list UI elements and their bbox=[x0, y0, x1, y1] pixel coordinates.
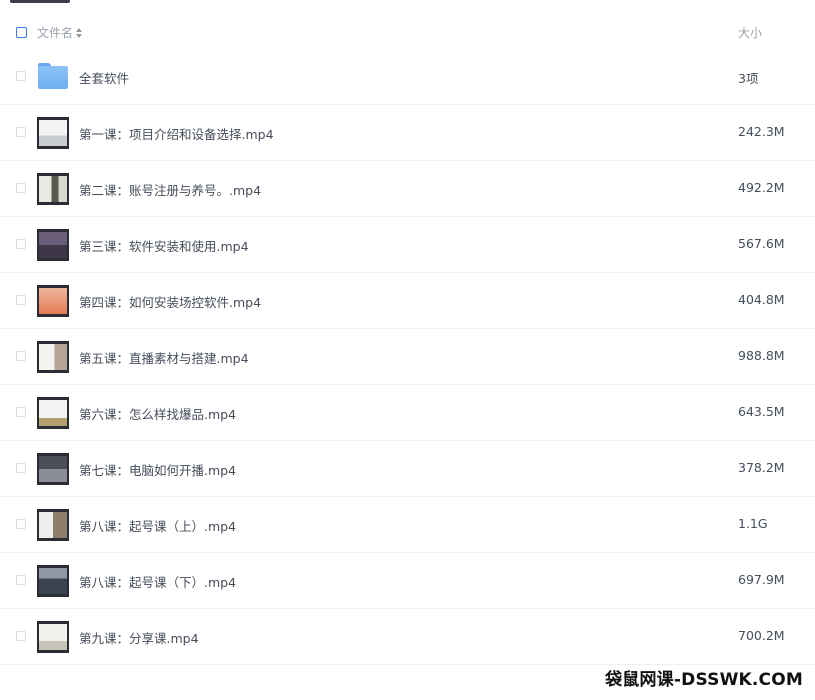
folder-icon bbox=[38, 63, 68, 89]
name-column-label: 文件名 bbox=[37, 26, 74, 40]
file-size: 988.8M bbox=[738, 348, 785, 363]
name-column-header[interactable]: 文件名 bbox=[37, 24, 83, 41]
file-size: 1.1G bbox=[738, 516, 768, 531]
video-thumbnail-icon bbox=[37, 397, 69, 429]
file-size: 242.3M bbox=[738, 124, 785, 139]
video-thumbnail-icon bbox=[37, 173, 69, 205]
video-thumbnail-icon bbox=[37, 509, 69, 541]
list-header: 文件名 大小 bbox=[0, 18, 815, 48]
row-checkbox[interactable] bbox=[16, 71, 26, 81]
folder-row[interactable]: 全套软件 3项 bbox=[0, 49, 815, 105]
file-row[interactable]: 第五课：直播素材与搭建.mp4 988.8M bbox=[0, 329, 815, 385]
video-thumbnail-icon bbox=[37, 285, 69, 317]
file-row[interactable]: 第三课：软件安装和使用.mp4 567.6M bbox=[0, 217, 815, 273]
row-checkbox[interactable] bbox=[16, 351, 26, 361]
top-title-fragment bbox=[10, 0, 70, 3]
row-checkbox[interactable] bbox=[16, 127, 26, 137]
file-size: 700.2M bbox=[738, 628, 785, 643]
video-thumbnail-icon bbox=[37, 229, 69, 261]
file-name[interactable]: 第八课：起号课（上）.mp4 bbox=[79, 516, 236, 535]
file-row[interactable]: 第六课：怎么样找爆品.mp4 643.5M bbox=[0, 385, 815, 441]
row-checkbox[interactable] bbox=[16, 519, 26, 529]
file-row[interactable]: 第八课：起号课（下）.mp4 697.9M bbox=[0, 553, 815, 609]
file-browser: 文件名 大小 全套软件 3项第一课：项目介绍和设备选择.mp4 242.3M 第二课：… bbox=[0, 0, 815, 700]
file-row[interactable]: 第四课：如何安装场控软件.mp4 404.8M bbox=[0, 273, 815, 329]
video-thumbnail-icon bbox=[37, 341, 69, 373]
row-checkbox[interactable] bbox=[16, 575, 26, 585]
file-row[interactable]: 第一课：项目介绍和设备选择.mp4 242.3M bbox=[0, 105, 815, 161]
size-column-header[interactable]: 大小 bbox=[738, 24, 762, 41]
file-name[interactable]: 第一课：项目介绍和设备选择.mp4 bbox=[79, 124, 274, 143]
row-checkbox[interactable] bbox=[16, 239, 26, 249]
file-list: 全套软件 3项第一课：项目介绍和设备选择.mp4 242.3M 第二课：账号注册与养号… bbox=[0, 49, 815, 665]
video-thumbnail-icon bbox=[37, 621, 69, 653]
file-name[interactable]: 第三课：软件安装和使用.mp4 bbox=[79, 236, 249, 255]
row-checkbox[interactable] bbox=[16, 463, 26, 473]
file-size: 567.6M bbox=[738, 236, 785, 251]
file-name[interactable]: 第八课：起号课（下）.mp4 bbox=[79, 572, 236, 591]
sort-icon[interactable] bbox=[76, 27, 83, 38]
row-checkbox[interactable] bbox=[16, 631, 26, 641]
file-name[interactable]: 第二课：账号注册与养号。.mp4 bbox=[79, 180, 261, 199]
file-size: 3项 bbox=[738, 71, 759, 86]
file-row[interactable]: 第二课：账号注册与养号。.mp4 492.2M bbox=[0, 161, 815, 217]
file-size: 492.2M bbox=[738, 180, 785, 195]
watermark: 袋鼠网课-DSSWK.COM bbox=[605, 670, 803, 690]
video-thumbnail-icon bbox=[37, 117, 69, 149]
file-size: 378.2M bbox=[738, 460, 785, 475]
video-thumbnail-icon bbox=[37, 565, 69, 597]
file-size: 404.8M bbox=[738, 292, 785, 307]
select-all-checkbox[interactable] bbox=[16, 27, 27, 38]
video-thumbnail-icon bbox=[37, 453, 69, 485]
file-name[interactable]: 第四课：如何安装场控软件.mp4 bbox=[79, 292, 261, 311]
file-size: 643.5M bbox=[738, 404, 785, 419]
file-row[interactable]: 第七课：电脑如何开播.mp4 378.2M bbox=[0, 441, 815, 497]
file-row[interactable]: 第八课：起号课（上）.mp4 1.1G bbox=[0, 497, 815, 553]
file-name[interactable]: 全套软件 bbox=[79, 68, 129, 87]
file-name[interactable]: 第六课：怎么样找爆品.mp4 bbox=[79, 404, 236, 423]
row-checkbox[interactable] bbox=[16, 295, 26, 305]
file-row[interactable]: 第九课：分享课.mp4 700.2M bbox=[0, 609, 815, 665]
file-size: 697.9M bbox=[738, 572, 785, 587]
file-name[interactable]: 第七课：电脑如何开播.mp4 bbox=[79, 460, 236, 479]
row-checkbox[interactable] bbox=[16, 407, 26, 417]
file-name[interactable]: 第五课：直播素材与搭建.mp4 bbox=[79, 348, 249, 367]
file-name[interactable]: 第九课：分享课.mp4 bbox=[79, 628, 199, 647]
row-checkbox[interactable] bbox=[16, 183, 26, 193]
